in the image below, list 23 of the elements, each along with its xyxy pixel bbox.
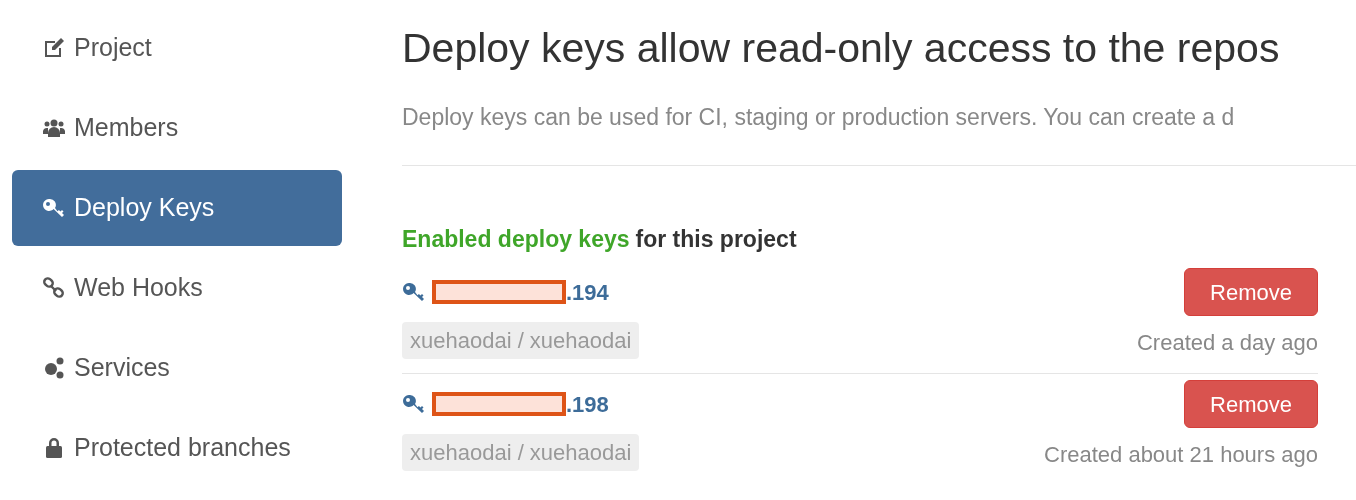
- sidebar-item[interactable]: Services: [12, 330, 342, 406]
- page-title: Deploy keys allow read-only access to the repos: [402, 24, 1281, 73]
- sidebar-item[interactable]: Project: [12, 10, 342, 86]
- key-icon: [402, 280, 426, 304]
- sidebar-item[interactable]: Web Hooks: [12, 250, 342, 326]
- key-link[interactable]: .194: [402, 272, 640, 312]
- description: Deploy keys can be used for CI, staging or production servers. You can create a d: [402, 103, 1236, 132]
- link-icon: [42, 276, 66, 300]
- created-time: Created a day ago: [1136, 329, 1318, 357]
- created-time: Created about 21 hours ago: [1044, 441, 1318, 469]
- sidebar-item[interactable]: Protected branches: [12, 410, 342, 486]
- remove-button[interactable]: Remove: [1184, 268, 1318, 316]
- sidebar-item[interactable]: Members: [12, 90, 342, 166]
- section-highlight: Enabled deploy keys: [402, 224, 630, 254]
- key-icon: [42, 196, 66, 220]
- edit-icon: [42, 36, 66, 60]
- project-tag: xuehaodai / xuehaodai: [402, 434, 640, 471]
- project-tag: xuehaodai / xuehaodai: [402, 322, 640, 359]
- key-link[interactable]: .198: [402, 384, 640, 424]
- key-icon: [402, 392, 426, 416]
- remove-button[interactable]: Remove: [1184, 380, 1318, 428]
- sidebar-item[interactable]: Deploy Keys: [12, 170, 342, 246]
- section-title: for this project: [635, 224, 797, 254]
